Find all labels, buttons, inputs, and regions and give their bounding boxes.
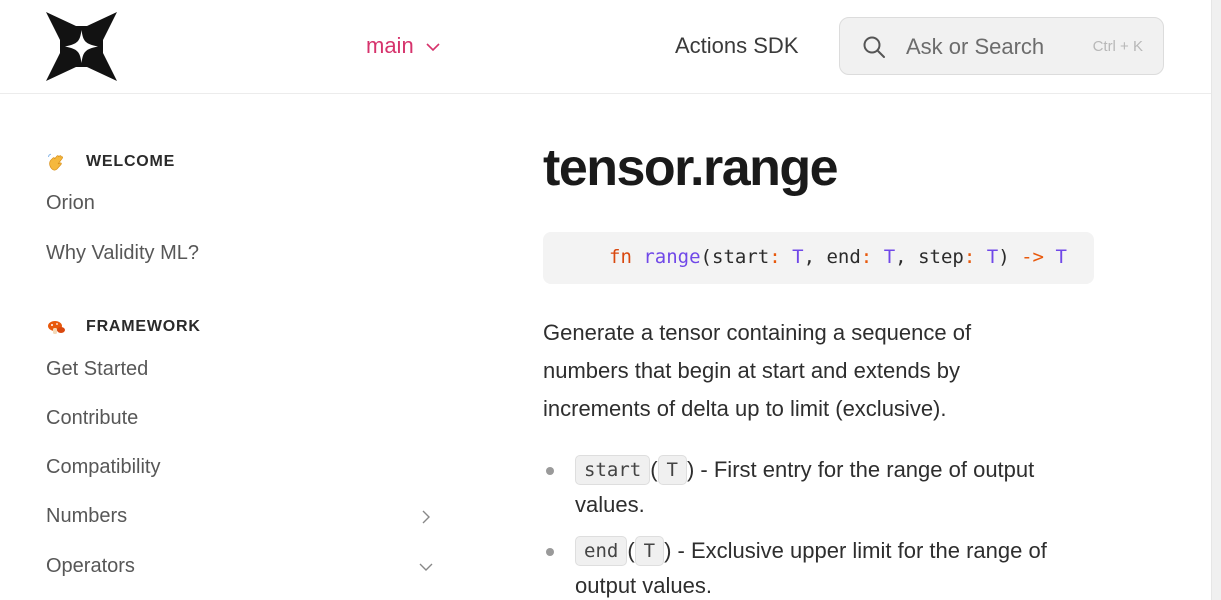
bullet-icon (546, 467, 554, 475)
sidebar-item-operators[interactable]: Operators (46, 555, 438, 578)
chevron-right-icon[interactable] (418, 509, 434, 525)
search-input[interactable]: Ask or Search Ctrl + K (839, 17, 1164, 75)
logo-icon[interactable] (46, 12, 117, 81)
sidebar-item-why-validity-ml[interactable]: Why Validity ML? (46, 242, 438, 265)
sidebar-item-compatibility[interactable]: Compatibility (46, 456, 438, 479)
list-item: end(T) - Exclusive upper limit for the r… (543, 533, 1103, 600)
sidebar-item-label: Operators (46, 555, 135, 577)
parameter-list: start(T) - First entry for the range of … (543, 452, 1103, 600)
page-title: tensor.range (543, 139, 839, 197)
section-title-label: FRAMEWORK (86, 318, 201, 335)
actions-sdk-link[interactable]: Actions SDK (675, 33, 799, 59)
param-type: T (634, 536, 665, 566)
section-title-label: WELCOME (86, 153, 176, 170)
bullet-icon (546, 548, 554, 556)
chevron-down-icon (426, 42, 440, 51)
sidebar-item-numbers[interactable]: Numbers (46, 505, 438, 528)
sidebar-item-label: Why Validity ML? (46, 242, 200, 264)
param-name: start (575, 455, 651, 485)
branch-label: main (366, 33, 414, 58)
waving-hand-icon (48, 153, 63, 171)
signature-code-block: fn range(start: T, end: T, step: T) -> T (543, 232, 1094, 284)
page-scrollbar[interactable] (1211, 0, 1221, 600)
search-icon (863, 36, 885, 58)
sidebar-item-label: Numbers (46, 505, 128, 527)
param-name: end (575, 536, 628, 566)
sidebar-item-get-started[interactable]: Get Started (46, 358, 438, 381)
sidebar-item-label: Contribute (46, 407, 139, 429)
sidebar-item-contribute[interactable]: Contribute (46, 407, 438, 430)
search-shortcut: Ctrl + K (1092, 38, 1143, 55)
sidebar-item-orion[interactable]: Orion (46, 192, 438, 215)
chevron-down-icon[interactable] (418, 559, 434, 575)
sidebar: WELCOME Orion Why Validity ML? FRAMEWORK… (0, 94, 470, 600)
sidebar-item-label: Orion (46, 192, 95, 214)
param-type: T (657, 455, 687, 485)
top-header: main Actions SDK Ask or Search Ctrl + K (0, 0, 1211, 94)
mushroom-icon (48, 321, 65, 334)
list-item: start(T) - First entry for the range of … (543, 452, 1103, 522)
branch-selector[interactable]: main (366, 33, 440, 59)
signature-code: fn range(start: T, end: T, step: T) -> T (609, 246, 1067, 268)
sidebar-item-label: Compatibility (46, 456, 161, 478)
search-placeholder: Ask or Search (906, 34, 1045, 59)
sidebar-item-label: Get Started (46, 358, 149, 380)
section-welcome: WELCOME (46, 152, 175, 172)
function-description: Generate a tensor containing a sequence … (543, 320, 972, 421)
section-framework: FRAMEWORK (46, 317, 201, 337)
